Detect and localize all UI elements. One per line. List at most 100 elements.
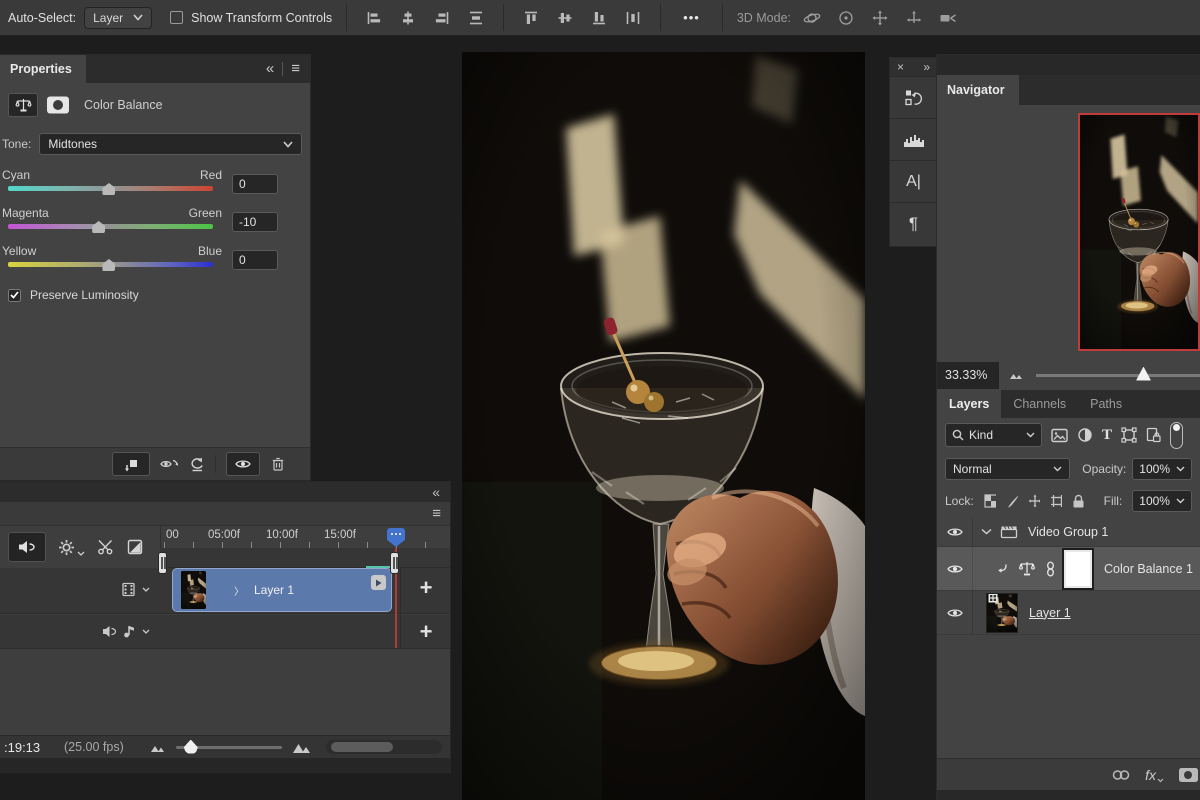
lock-position-icon[interactable] [1028, 494, 1040, 508]
navigator-zoom-slider[interactable] [1036, 374, 1200, 377]
zoom-out-icon[interactable] [1009, 370, 1024, 380]
layer-name[interactable]: Color Balance 1 [1104, 562, 1193, 576]
add-video-media-button[interactable]: + [401, 568, 451, 608]
filter-kind-dropdown[interactable]: Kind [945, 423, 1042, 447]
align-top-edges-button[interactable] [518, 5, 544, 31]
align-bottom-edges-button[interactable] [586, 5, 612, 31]
timeline-settings-button[interactable] [58, 539, 85, 556]
document-canvas[interactable] [462, 52, 865, 800]
align-right-edges-button[interactable] [429, 5, 455, 31]
lock-transparent-pixels-icon[interactable] [984, 494, 996, 508]
work-area-start-handle[interactable] [158, 552, 167, 574]
layer-name[interactable]: Layer 1 [1029, 606, 1071, 620]
timeline-zoom-slider[interactable] [176, 746, 282, 749]
3d-camera-icon[interactable] [935, 5, 961, 31]
filter-shape-layers-icon[interactable] [1121, 427, 1137, 443]
timeline-ruler[interactable]: 00 05:00f 10:00f 15:00f [160, 526, 450, 548]
delete-adjustment-button[interactable] [270, 456, 286, 472]
filter-adjustment-layers-icon[interactable] [1077, 427, 1093, 443]
close-dock-icon[interactable]: × [897, 60, 904, 74]
layer-row-layer1[interactable]: Layer 1 [937, 591, 1200, 635]
3d-orbit-icon[interactable] [799, 5, 825, 31]
reset-adjustment-button[interactable] [189, 456, 205, 472]
toggle-visibility-button[interactable] [226, 452, 260, 476]
preserve-luminosity-checkbox[interactable] [8, 289, 21, 302]
fill-field[interactable]: 100% [1132, 490, 1192, 512]
layer-style-button[interactable]: fx [1145, 767, 1164, 783]
blend-mode-dropdown[interactable]: Normal [945, 458, 1070, 480]
lock-artboard-icon[interactable] [1050, 494, 1063, 508]
video-track-controls[interactable] [121, 582, 150, 597]
add-mask-button[interactable] [1178, 767, 1198, 783]
scrollbar-thumb[interactable] [331, 742, 393, 752]
zoom-out-frames-icon[interactable] [150, 742, 166, 753]
panel-menu-icon[interactable]: ≡ [291, 60, 300, 77]
zoom-in-frames-icon[interactable] [292, 741, 312, 754]
transition-button[interactable] [127, 539, 143, 555]
character-panel-button[interactable]: A| [890, 160, 937, 202]
tone-dropdown[interactable]: Midtones [39, 133, 302, 155]
filter-type-layers-icon[interactable]: T [1102, 427, 1112, 444]
cyan-red-value-field[interactable]: 0 [232, 174, 278, 194]
layer-name[interactable]: Video Group 1 [1028, 525, 1108, 539]
more-align-options-button[interactable]: ••• [675, 8, 708, 27]
navigator-proxy-view[interactable] [1078, 113, 1200, 351]
magenta-green-value-field[interactable]: -10 [232, 212, 278, 232]
3d-pan-icon[interactable] [867, 5, 893, 31]
mute-audio-button[interactable] [8, 532, 46, 562]
tab-paths[interactable]: Paths [1078, 390, 1134, 418]
slider-thumb[interactable] [92, 221, 105, 233]
paragraph-panel-button[interactable]: ¶ [890, 202, 937, 244]
lock-all-icon[interactable] [1072, 494, 1083, 508]
visibility-eye-icon[interactable] [937, 547, 973, 590]
timeline-clip-layer1[interactable]: 〉 Layer 1 [172, 568, 392, 612]
filter-toggle-switch[interactable] [1170, 422, 1183, 449]
zoom-slider-thumb[interactable] [184, 740, 198, 754]
split-clip-button[interactable] [97, 539, 115, 555]
lock-image-pixels-icon[interactable] [1006, 494, 1018, 508]
show-transform-checkbox[interactable] [170, 11, 183, 24]
panel-menu-icon[interactable]: ≡ [432, 505, 441, 522]
history-panel-button[interactable] [890, 76, 937, 118]
filter-pixel-layers-icon[interactable] [1051, 428, 1068, 443]
slider-thumb[interactable] [102, 259, 115, 271]
align-horizontal-centers-button[interactable] [395, 5, 421, 31]
yellow-blue-slider[interactable] [8, 262, 213, 267]
filter-smart-objects-icon[interactable] [1146, 427, 1161, 443]
clip-play-badge[interactable] [371, 575, 386, 590]
view-previous-state-button[interactable] [160, 457, 179, 471]
layer-row-color-balance[interactable]: Color Balance 1 [937, 547, 1200, 591]
navigator-zoom-field[interactable]: 33.33% [937, 362, 999, 389]
cyan-red-slider[interactable] [8, 186, 213, 191]
work-area-end-handle[interactable] [390, 552, 399, 574]
clip-chevron-icon[interactable]: 〉 [234, 583, 244, 598]
magenta-green-slider[interactable] [8, 224, 213, 229]
3d-roll-icon[interactable] [833, 5, 859, 31]
3d-slide-icon[interactable] [901, 5, 927, 31]
collapse-panel-icon[interactable]: « [266, 60, 274, 77]
add-audio-media-button[interactable]: + [401, 612, 451, 652]
tab-channels[interactable]: Channels [1001, 390, 1078, 418]
auto-select-dropdown[interactable]: Layer [84, 7, 152, 29]
slider-thumb[interactable] [102, 183, 115, 195]
histogram-panel-button[interactable] [890, 118, 937, 160]
visibility-eye-icon[interactable] [937, 591, 973, 634]
timeline-scrollbar[interactable] [326, 740, 442, 754]
navigator-zoom-thumb[interactable] [1136, 367, 1151, 381]
visibility-eye-icon[interactable] [937, 517, 973, 546]
collapse-panel-icon[interactable]: « [432, 484, 440, 500]
mask-link-icon[interactable] [1045, 561, 1056, 577]
audio-track-controls[interactable] [102, 624, 150, 638]
align-vertical-centers-button[interactable] [552, 5, 578, 31]
yellow-blue-value-field[interactable]: 0 [232, 250, 278, 270]
tab-properties[interactable]: Properties [0, 55, 86, 83]
group-expand-chevron-icon[interactable] [981, 528, 992, 535]
layer-thumbnail[interactable] [987, 594, 1017, 632]
opacity-field[interactable]: 100% [1132, 458, 1192, 480]
align-left-edges-button[interactable] [361, 5, 387, 31]
tab-navigator[interactable]: Navigator [937, 75, 1019, 105]
clip-to-layer-button[interactable] [112, 452, 150, 476]
distribute-horizontal-button[interactable] [463, 5, 489, 31]
tab-layers[interactable]: Layers [937, 390, 1001, 418]
expand-dock-icon[interactable]: » [923, 60, 930, 74]
